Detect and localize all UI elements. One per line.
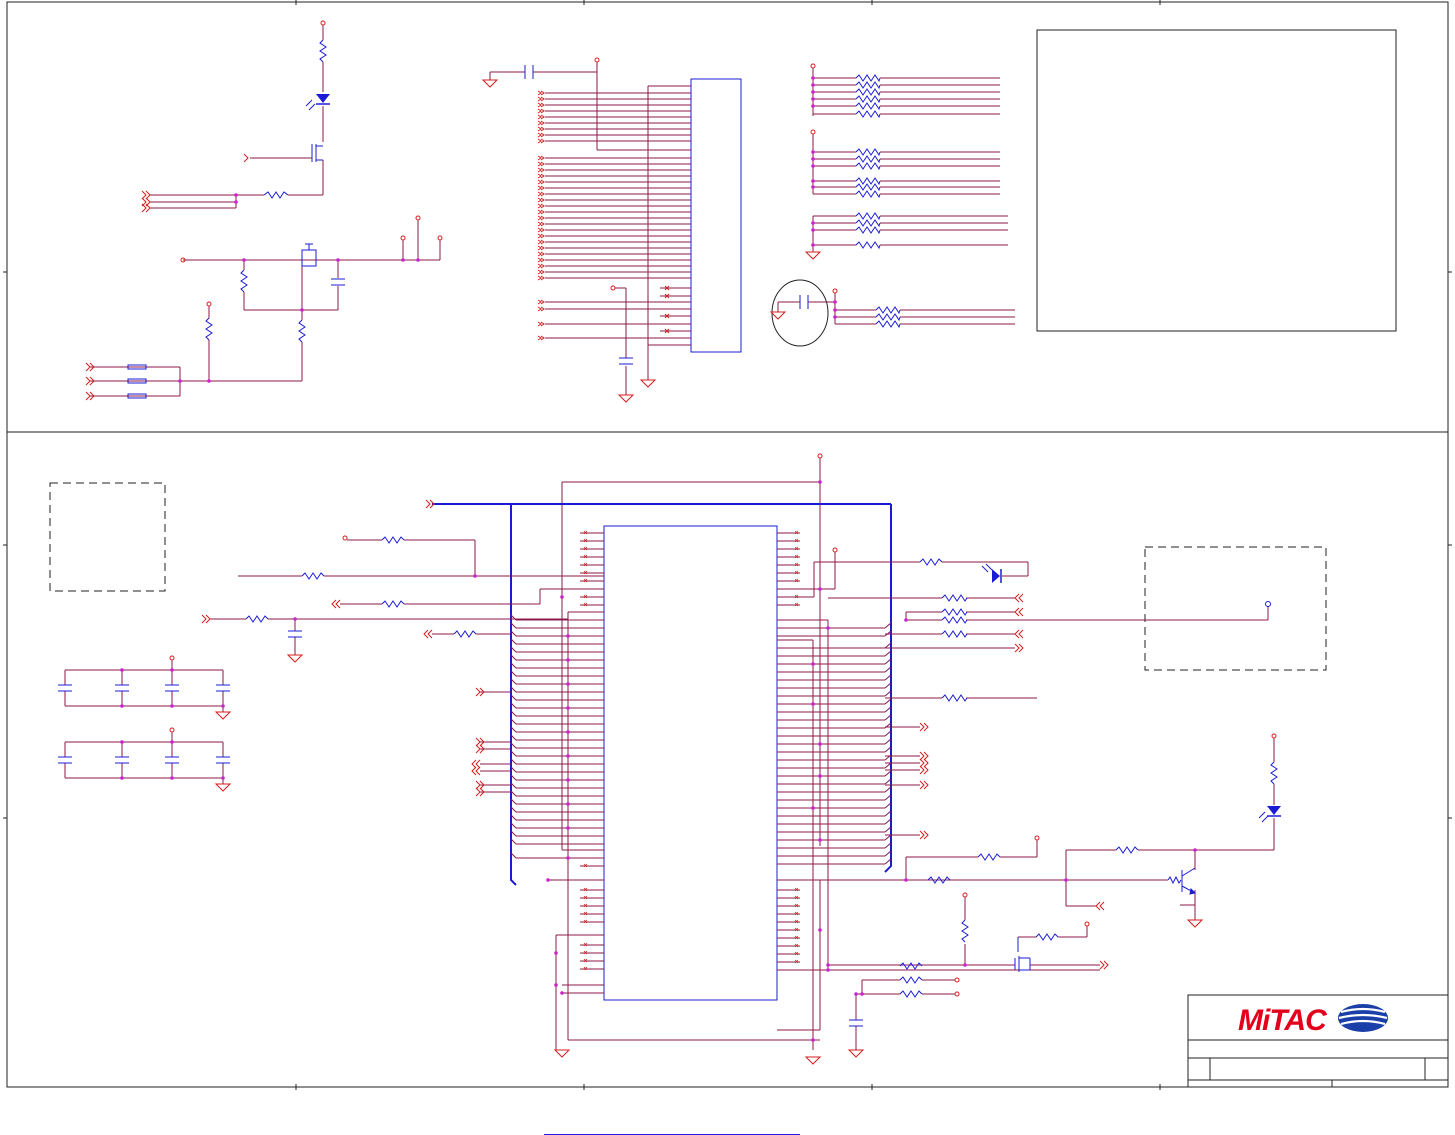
ic-right-resistors <box>849 558 1278 1027</box>
highlight-circle <box>771 279 829 347</box>
footer-link[interactable] <box>544 1122 800 1135</box>
connector-header <box>481 57 742 403</box>
logo-globe-icon <box>1338 1004 1388 1032</box>
led-diode-right <box>981 563 1002 583</box>
decoupling-caps <box>58 655 232 792</box>
resistor-arrays <box>769 63 1015 347</box>
company-logo-text: MiTAC <box>1238 1004 1328 1037</box>
company-logo: MiTAC <box>1238 1004 1388 1037</box>
top-left-nodes <box>178 193 420 383</box>
ic-left-pins <box>516 532 604 994</box>
dashed-box-right <box>1144 546 1327 671</box>
notes-box <box>1036 29 1397 332</box>
transistor-npn <box>1181 867 1197 895</box>
ic-power-rails <box>555 458 1060 1050</box>
circuit-nodes <box>293 480 1197 1042</box>
ic-left-resistors <box>245 536 477 638</box>
ic-left-offpage <box>201 453 865 1065</box>
dashed-box-left <box>49 482 166 592</box>
ic-right-circuits <box>777 552 1275 1050</box>
ic-right-pins <box>777 532 1100 971</box>
mosfet-bottom <box>1014 937 1031 972</box>
mosfet-switch <box>301 243 317 267</box>
led-diode-bottom-right <box>1258 806 1281 823</box>
ic-left-circuits <box>210 539 604 793</box>
connector-pins <box>545 92 691 346</box>
ic-noconnect-marks <box>583 530 799 971</box>
top-left-signals <box>85 20 443 401</box>
main-ic <box>516 458 1100 1050</box>
schematic-sheet: MiTAC <box>3 0 1452 1090</box>
capacitor-switch <box>331 278 345 286</box>
led-diode-top <box>305 94 330 111</box>
drawing-frame <box>3 0 1452 1090</box>
connector-offpage-arrows <box>537 90 670 341</box>
mosfet-top <box>311 144 323 162</box>
ic-right-offpage <box>919 593 1277 997</box>
data-bus <box>432 503 892 886</box>
